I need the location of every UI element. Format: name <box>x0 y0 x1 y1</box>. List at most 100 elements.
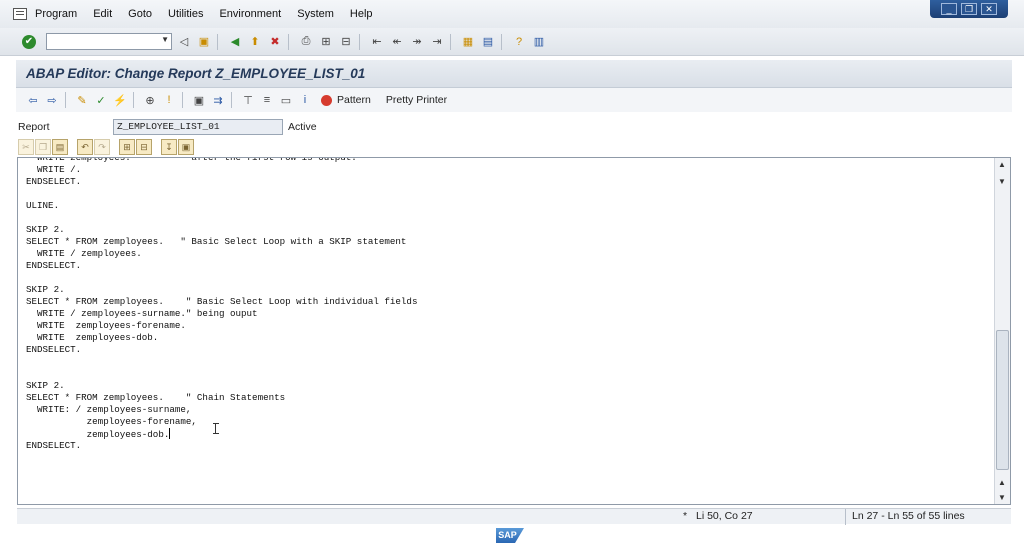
code-line[interactable]: WRITE / zemployees. <box>26 248 986 260</box>
object-list-icon[interactable]: ▣ <box>191 92 207 108</box>
toolbar-separator <box>501 33 502 50</box>
where-used-icon[interactable]: ⊕ <box>142 92 158 108</box>
code-line[interactable] <box>26 212 986 224</box>
undo-icon[interactable]: ↶ <box>77 139 93 155</box>
window-controls: _ ❐ ✕ <box>930 0 1008 18</box>
shortcut-icon[interactable]: ▤ <box>480 34 496 50</box>
create-session-icon[interactable]: ▦ <box>460 34 476 50</box>
command-input[interactable] <box>47 34 155 49</box>
insert-icon[interactable]: ↧ <box>161 139 177 155</box>
exit-icon[interactable]: ⬆ <box>247 34 263 50</box>
hierarchy-icon[interactable]: ⊤ <box>240 92 256 108</box>
help-icon[interactable]: ? <box>511 34 527 50</box>
menu-utilities[interactable]: Utilities <box>168 8 203 20</box>
report-label: Report <box>18 121 50 133</box>
history-back-icon[interactable]: ◁ <box>176 34 192 50</box>
find-next-icon[interactable]: ⊟ <box>338 34 354 50</box>
redo-icon[interactable]: ↷ <box>94 139 110 155</box>
code-line[interactable]: zemployees-dob. <box>26 428 986 440</box>
menu-help[interactable]: Help <box>350 8 373 20</box>
status-marker: * <box>683 510 688 522</box>
toolbar-separator <box>450 33 451 50</box>
report-row: Report Z_EMPLOYEE_LIST_01 Active <box>18 118 1008 136</box>
navigate-icon[interactable]: ⇉ <box>210 92 226 108</box>
scroll-down-icon[interactable]: ▼ <box>998 493 1006 502</box>
layout-menu-icon[interactable]: ▥ <box>531 34 547 50</box>
code-line[interactable] <box>26 368 986 380</box>
enhance-icon[interactable]: ≡ <box>259 92 275 108</box>
code-line[interactable]: zemployees-forename, <box>26 416 986 428</box>
minimize-button[interactable]: _ <box>941 3 957 15</box>
find-next-icon[interactable]: ⊟ <box>136 139 152 155</box>
code-line[interactable] <box>26 356 986 368</box>
pattern-button[interactable]: Pattern <box>337 94 371 106</box>
code-line[interactable]: WRITE zemployees-forename. <box>26 320 986 332</box>
application-toolbar: ⇦ ⇨ ✎ ✓ ⚡ ⊕ ! ▣ ⇉ ⊤ ≡ ▭ i Pattern Pretty… <box>16 88 1012 112</box>
code-line[interactable]: ENDSELECT. <box>26 260 986 272</box>
code-area[interactable]: WRITE zemployees. "after the first row i… <box>26 158 986 504</box>
code-line[interactable]: SELECT * FROM zemployees. " Chain Statem… <box>26 392 986 404</box>
code-line[interactable]: ULINE. <box>26 200 986 212</box>
close-button[interactable]: ✕ <box>981 3 997 15</box>
previous-page-icon[interactable]: ↞ <box>389 34 405 50</box>
info-icon[interactable]: i <box>297 92 313 108</box>
code-line[interactable] <box>26 188 986 200</box>
code-line[interactable]: WRITE /. <box>26 164 986 176</box>
menu-goto[interactable]: Goto <box>128 8 152 20</box>
arrow-right-icon[interactable]: ⇨ <box>44 92 60 108</box>
pretty-printer-button[interactable]: Pretty Printer <box>386 94 447 106</box>
system-menu-icon[interactable] <box>13 8 27 20</box>
scrollbar-thumb[interactable] <box>996 330 1009 470</box>
status-bar: * Li 50, Co 27 Ln 27 - Ln 55 of 55 lines <box>17 508 1011 525</box>
code-line[interactable]: SKIP 2. <box>26 380 986 392</box>
command-field[interactable]: ▼ <box>46 33 172 50</box>
code-line[interactable]: SELECT * FROM zemployees. " Basic Select… <box>26 296 986 308</box>
code-line[interactable]: SELECT * FROM zemployees. " Basic Select… <box>26 236 986 248</box>
code-editor[interactable]: WRITE zemployees. "after the first row i… <box>17 157 1011 505</box>
code-line[interactable] <box>26 272 986 284</box>
last-page-icon[interactable]: ⇥ <box>429 34 445 50</box>
scroll-up-icon[interactable]: ▲ <box>998 478 1006 487</box>
block-icon[interactable]: ▣ <box>178 139 194 155</box>
text-cursor-icon <box>213 423 220 434</box>
screen-icon[interactable]: ▭ <box>278 92 294 108</box>
paste-icon[interactable]: ▤ <box>52 139 68 155</box>
menu-environment[interactable]: Environment <box>219 8 281 20</box>
copy-icon[interactable]: ❐ <box>35 139 51 155</box>
test-icon[interactable]: ! <box>161 92 177 108</box>
chevron-down-icon[interactable]: ▼ <box>161 35 169 44</box>
cut-icon[interactable]: ✂ <box>18 139 34 155</box>
stop-icon[interactable] <box>321 94 332 106</box>
enter-check-icon[interactable]: ✔ <box>22 34 36 49</box>
code-line[interactable]: SKIP 2. <box>26 284 986 296</box>
menu-system[interactable]: System <box>297 8 334 20</box>
syntax-check-icon[interactable]: ✓ <box>93 92 109 108</box>
code-line[interactable]: WRITE: / zemployees-surname, <box>26 404 986 416</box>
code-line[interactable]: ENDSELECT. <box>26 176 986 188</box>
code-line[interactable]: ENDSELECT. <box>26 440 986 452</box>
display-change-icon[interactable]: ✎ <box>74 92 90 108</box>
menu-edit[interactable]: Edit <box>93 8 112 20</box>
line-range: Ln 27 - Ln 55 of 55 lines <box>845 509 1011 525</box>
code-line[interactable]: WRITE / zemployees-surname." being ouput <box>26 308 986 320</box>
scroll-up-icon[interactable]: ▲ <box>998 160 1006 169</box>
first-page-icon[interactable]: ⇤ <box>369 34 385 50</box>
scroll-down-icon[interactable]: ▼ <box>998 177 1006 186</box>
code-line[interactable]: SKIP 2. <box>26 224 986 236</box>
vertical-scrollbar[interactable]: ▲ ▼ ▲ ▼ <box>994 158 1010 504</box>
code-line[interactable]: ENDSELECT. <box>26 344 986 356</box>
find-icon[interactable]: ⊞ <box>318 34 334 50</box>
activate-icon[interactable]: ⚡ <box>112 92 128 108</box>
arrow-left-icon[interactable]: ⇦ <box>25 92 41 108</box>
save-icon[interactable]: ▣ <box>196 34 212 50</box>
cancel-icon[interactable]: ✖ <box>267 34 283 50</box>
restore-button[interactable]: ❐ <box>961 3 977 15</box>
toolbar-separator <box>288 33 289 50</box>
print-icon[interactable]: ⎙ <box>298 34 314 50</box>
standard-toolbar: ✔ ▼ ◁ ▣ ◀ ⬆ ✖ ⎙ ⊞ ⊟ ⇤ ↞ ↠ ⇥ ▦ ▤ ? ▥ <box>0 28 1024 56</box>
back-icon[interactable]: ◀ <box>227 34 243 50</box>
find-icon[interactable]: ⊞ <box>119 139 135 155</box>
menu-program[interactable]: Program <box>35 8 77 20</box>
next-page-icon[interactable]: ↠ <box>409 34 425 50</box>
code-line[interactable]: WRITE zemployees-dob. <box>26 332 986 344</box>
